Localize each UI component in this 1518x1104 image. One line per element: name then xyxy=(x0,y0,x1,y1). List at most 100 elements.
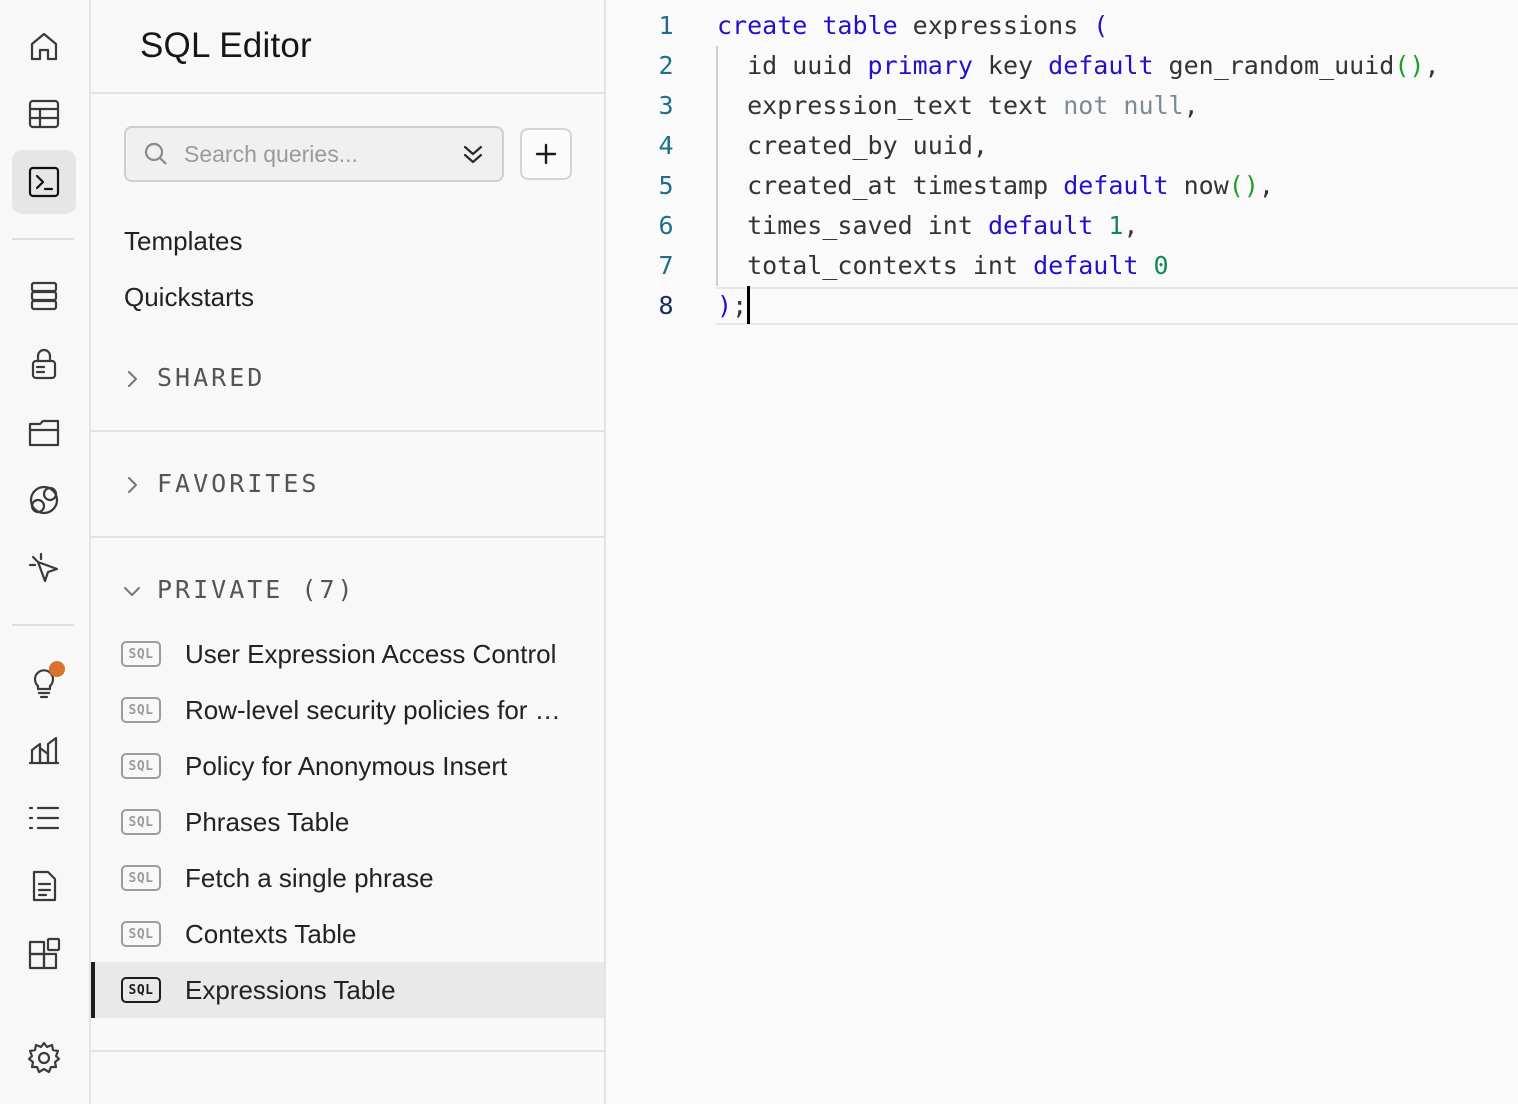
realtime-icon[interactable] xyxy=(12,468,76,532)
templates-link[interactable]: Templates xyxy=(124,226,243,257)
integrations-icon[interactable] xyxy=(12,922,76,986)
sql-file-icon: SQL xyxy=(121,697,161,723)
sql-file-icon: SQL xyxy=(121,865,161,891)
code-line[interactable]: 4 created_by uuid, xyxy=(606,126,1518,166)
code-token: , xyxy=(1424,51,1440,80)
code-token: () xyxy=(1394,51,1425,80)
home-icon[interactable] xyxy=(12,14,76,78)
code-token: times_saved int xyxy=(717,211,988,240)
code-text: create table expressions ( xyxy=(717,6,1108,46)
code-line[interactable]: 1 create table expressions ( xyxy=(606,6,1518,46)
page-title: SQL Editor xyxy=(140,26,312,65)
logs-icon[interactable] xyxy=(12,786,76,850)
query-item[interactable]: SQL Policy for Anonymous Insert xyxy=(91,738,604,794)
section-label: SHARED xyxy=(157,363,266,392)
plus-icon xyxy=(535,143,557,165)
settings-icon[interactable] xyxy=(12,1026,76,1090)
sql-sidebar: SQL Editor Templates Quickstarts SHARED … xyxy=(91,0,606,1104)
query-label: Expressions Table xyxy=(185,974,396,1005)
advisors-icon[interactable] xyxy=(12,650,76,714)
query-item[interactable]: SQL Phrases Table xyxy=(91,794,604,850)
code-text: id uuid primary key default gen_random_u… xyxy=(717,46,1440,86)
section-label: FAVORITES xyxy=(157,469,320,498)
query-label: User Expression Access Control xyxy=(185,638,557,669)
query-label: Row-level security policies for … xyxy=(185,694,561,725)
auth-icon[interactable] xyxy=(12,332,76,396)
code-token: not null xyxy=(1063,91,1184,120)
sql-editor-icon[interactable] xyxy=(12,150,76,214)
code-editor[interactable]: 1 create table expressions (2 id uuid pri… xyxy=(606,0,1518,1104)
reports-icon[interactable] xyxy=(12,718,76,782)
code-token: , xyxy=(1258,171,1274,200)
edge-functions-icon[interactable] xyxy=(12,536,76,600)
search-input[interactable] xyxy=(184,140,454,168)
code-text: ); xyxy=(717,286,751,326)
shared-section-toggle[interactable]: SHARED xyxy=(121,363,265,392)
sql-file-icon: SQL xyxy=(121,753,161,779)
code-token: gen_random_uuid xyxy=(1153,51,1395,80)
query-item[interactable]: SQL User Expression Access Control xyxy=(91,626,604,682)
code-text: created_by uuid, xyxy=(717,126,988,166)
query-label: Policy for Anonymous Insert xyxy=(185,750,508,781)
text-cursor xyxy=(747,286,751,324)
code-text: times_saved int default 1, xyxy=(717,206,1138,246)
rail-divider xyxy=(12,238,74,240)
line-number: 4 xyxy=(658,131,674,160)
icon-rail xyxy=(0,0,91,1104)
code-token: 1 xyxy=(1108,211,1124,240)
query-label: Contexts Table xyxy=(185,918,357,949)
notification-dot xyxy=(49,661,65,677)
quickstarts-link[interactable]: Quickstarts xyxy=(124,282,254,313)
code-line[interactable]: 8); xyxy=(606,286,1518,326)
line-number: 5 xyxy=(658,171,674,200)
new-query-button[interactable] xyxy=(520,128,572,180)
database-icon[interactable] xyxy=(12,264,76,328)
code-token: ) xyxy=(717,291,733,320)
api-docs-icon[interactable] xyxy=(12,854,76,918)
code-line[interactable]: 6 times_saved int default 1, xyxy=(606,206,1518,246)
query-item[interactable]: SQL Row-level security policies for … xyxy=(91,682,604,738)
code-token: default xyxy=(1048,51,1154,80)
code-token: , xyxy=(1183,91,1199,120)
code-token: ; xyxy=(732,291,748,320)
line-number: 8 xyxy=(658,291,674,320)
section-label: PRIVATE (7) xyxy=(157,575,356,604)
code-line[interactable]: 5 created_at timestamp default now(), xyxy=(606,166,1518,206)
search-box[interactable] xyxy=(124,126,504,182)
query-item-active[interactable]: SQL Expressions Table xyxy=(91,962,604,1018)
query-item[interactable]: SQL Fetch a single phrase xyxy=(91,850,604,906)
table-editor-icon[interactable] xyxy=(12,82,76,146)
code-token: create table xyxy=(717,11,898,40)
code-token: ( xyxy=(1093,11,1109,40)
query-item[interactable]: SQL Contexts Table xyxy=(91,906,604,962)
code-line[interactable]: 3 expression_text text not null, xyxy=(606,86,1518,126)
code-token: created_at timestamp xyxy=(717,171,1064,200)
favorites-section-toggle[interactable]: FAVORITES xyxy=(121,469,319,498)
line-number: 6 xyxy=(658,211,674,240)
code-token: key xyxy=(972,51,1049,80)
chevron-right-icon xyxy=(121,473,143,495)
code-line[interactable]: 2 id uuid primary key default gen_random… xyxy=(606,46,1518,86)
search-icon xyxy=(142,140,170,168)
divider xyxy=(91,430,604,432)
query-label: Fetch a single phrase xyxy=(185,862,434,893)
code-token: expressions xyxy=(897,11,1094,40)
line-number: 7 xyxy=(658,251,674,280)
line-number: 3 xyxy=(658,91,674,120)
code-token: , xyxy=(1123,211,1139,240)
code-token: total_contexts int xyxy=(717,251,1034,280)
code-line[interactable]: 7 total_contexts int default 0 xyxy=(606,246,1518,286)
chevron-right-icon xyxy=(121,367,143,389)
divider xyxy=(91,536,604,538)
code-token: default xyxy=(1063,171,1169,200)
chevrons-down-icon[interactable] xyxy=(460,138,486,170)
sql-file-icon: SQL xyxy=(121,641,161,667)
code-token: now xyxy=(1168,171,1229,200)
code-text: expression_text text not null, xyxy=(717,86,1199,126)
chevron-down-icon xyxy=(121,579,143,601)
query-label: Phrases Table xyxy=(185,806,350,837)
storage-icon[interactable] xyxy=(12,400,76,464)
private-query-list: SQL User Expression Access Control SQL R… xyxy=(91,626,604,1018)
private-section-toggle[interactable]: PRIVATE (7) xyxy=(121,575,356,604)
